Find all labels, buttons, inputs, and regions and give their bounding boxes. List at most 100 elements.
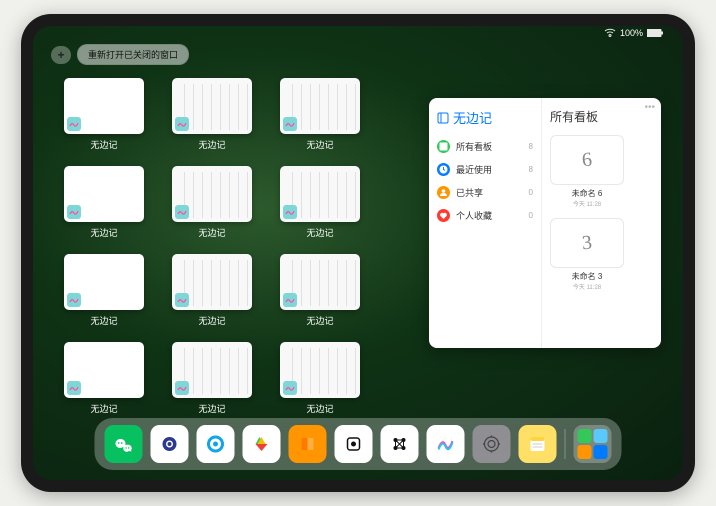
battery-label: 100%: [620, 28, 643, 38]
freeform-app-icon: [283, 205, 297, 219]
dock-app-folder[interactable]: [574, 425, 612, 463]
dock-app-play[interactable]: [243, 425, 281, 463]
freeform-app-icon: [175, 381, 189, 395]
board-card[interactable]: 6 未命名 6 今天 11:28: [550, 135, 624, 208]
board-card[interactable]: 3 未命名 3 今天 11:28: [550, 218, 624, 291]
freeform-icon: [436, 434, 456, 454]
more-icon[interactable]: •••: [644, 102, 655, 113]
window-thumbnail: [64, 78, 144, 134]
app-window[interactable]: 无边记: [167, 342, 257, 418]
ipad-device-frame: 100% + 重新打开已关闭的窗口 无边记 无边记 无边记: [21, 14, 695, 492]
dock-app-browser2[interactable]: [197, 425, 235, 463]
dock: [95, 418, 622, 470]
freeform-app-icon: [283, 381, 297, 395]
app-window[interactable]: 无边记: [167, 78, 257, 154]
sidebar-item[interactable]: 所有看板 8: [437, 135, 533, 158]
notes-icon: [528, 434, 548, 454]
person-icon: [437, 186, 450, 199]
app-window[interactable]: 无边记: [59, 254, 149, 330]
window-thumbnail: [172, 166, 252, 222]
app-window[interactable]: 无边记: [275, 254, 365, 330]
sidebar-item-count: 0: [529, 188, 533, 197]
window-label: 无边记: [306, 402, 333, 415]
wifi-icon: [604, 28, 616, 38]
dock-app-dice[interactable]: [335, 425, 373, 463]
dock-app-books[interactable]: [289, 425, 327, 463]
app-window[interactable]: 无边记: [167, 254, 257, 330]
window-thumbnail: [64, 342, 144, 398]
sidebar-item-count: 0: [529, 211, 533, 220]
freeform-app-icon: [67, 381, 81, 395]
heart-icon: [437, 209, 450, 222]
dock-app-wechat[interactable]: [105, 425, 143, 463]
freeform-app-icon: [67, 205, 81, 219]
freeform-app-icon: [175, 117, 189, 131]
panel-content: ••• 所有看板 6 未命名 6 今天 11:28 3 未命名 3 今天 11:…: [542, 98, 661, 348]
dice-icon: [344, 434, 364, 454]
dock-separator: [565, 429, 566, 459]
square-icon: [437, 140, 450, 153]
browser1-icon: [160, 434, 180, 454]
dock-app-graph[interactable]: [381, 425, 419, 463]
graph-icon: [390, 434, 410, 454]
sidebar-item-count: 8: [529, 165, 533, 174]
window-label: 无边记: [90, 138, 117, 151]
screen: 100% + 重新打开已关闭的窗口 无边记 无边记 无边记: [33, 26, 683, 480]
dock-app-settings[interactable]: [473, 425, 511, 463]
window-thumbnail: [172, 78, 252, 134]
dock-app-browser1[interactable]: [151, 425, 189, 463]
window-thumbnail: [64, 254, 144, 310]
app-window[interactable]: 无边记: [275, 166, 365, 242]
sidebar-item[interactable]: 个人收藏 0: [437, 204, 533, 227]
window-thumbnail: [172, 254, 252, 310]
reopen-closed-window-button[interactable]: 重新打开已关闭的窗口: [77, 44, 189, 65]
settings-icon: [482, 434, 502, 454]
books-icon: [298, 434, 318, 454]
freeform-panel: 无边记 所有看板 8 最近使用 8 已共享 0 个人收藏 0 ••• 所有看板: [429, 98, 661, 348]
app-window[interactable]: 无边记: [59, 166, 149, 242]
window-label: 无边记: [90, 226, 117, 239]
folder-icon: [574, 425, 612, 463]
window-thumbnail: [280, 254, 360, 310]
app-window[interactable]: 无边记: [59, 342, 149, 418]
dock-app-freeform[interactable]: [427, 425, 465, 463]
sidebar-item[interactable]: 最近使用 8: [437, 158, 533, 181]
panel-title: 无边记: [453, 108, 492, 127]
topbar: + 重新打开已关闭的窗口: [51, 44, 189, 65]
freeform-app-icon: [175, 293, 189, 307]
battery-icon: [647, 29, 663, 37]
window-label: 无边记: [306, 314, 333, 327]
add-button[interactable]: +: [51, 46, 71, 64]
board-thumbnail: 6: [550, 135, 624, 185]
sidebar-icon: [437, 112, 449, 124]
app-window[interactable]: 无边记: [275, 342, 365, 418]
window-label: 无边记: [90, 314, 117, 327]
freeform-app-icon: [67, 293, 81, 307]
sidebar-item-label: 最近使用: [456, 163, 492, 176]
app-window[interactable]: 无边记: [275, 78, 365, 154]
window-thumbnail: [172, 342, 252, 398]
sidebar-item-label: 已共享: [456, 186, 483, 199]
app-window[interactable]: 无边记: [167, 166, 257, 242]
board-date: 今天 11:28: [550, 199, 624, 208]
browser2-icon: [206, 434, 226, 454]
panel-right-title: 所有看板: [550, 108, 653, 125]
wechat-icon: [114, 434, 134, 454]
window-thumbnail: [280, 166, 360, 222]
app-window[interactable]: 无边记: [59, 78, 149, 154]
board-name: 未命名 6: [550, 188, 624, 199]
window-label: 无边记: [198, 314, 225, 327]
sidebar-item-label: 个人收藏: [456, 209, 492, 222]
board-name: 未命名 3: [550, 271, 624, 282]
sidebar-item-count: 8: [529, 142, 533, 151]
window-thumbnail: [280, 342, 360, 398]
window-label: 无边记: [90, 402, 117, 415]
clock-icon: [437, 163, 450, 176]
board-date: 今天 11:28: [550, 282, 624, 291]
dock-app-notes[interactable]: [519, 425, 557, 463]
window-label: 无边记: [198, 138, 225, 151]
window-label: 无边记: [198, 402, 225, 415]
freeform-app-icon: [283, 117, 297, 131]
sidebar-item[interactable]: 已共享 0: [437, 181, 533, 204]
window-thumbnail: [64, 166, 144, 222]
